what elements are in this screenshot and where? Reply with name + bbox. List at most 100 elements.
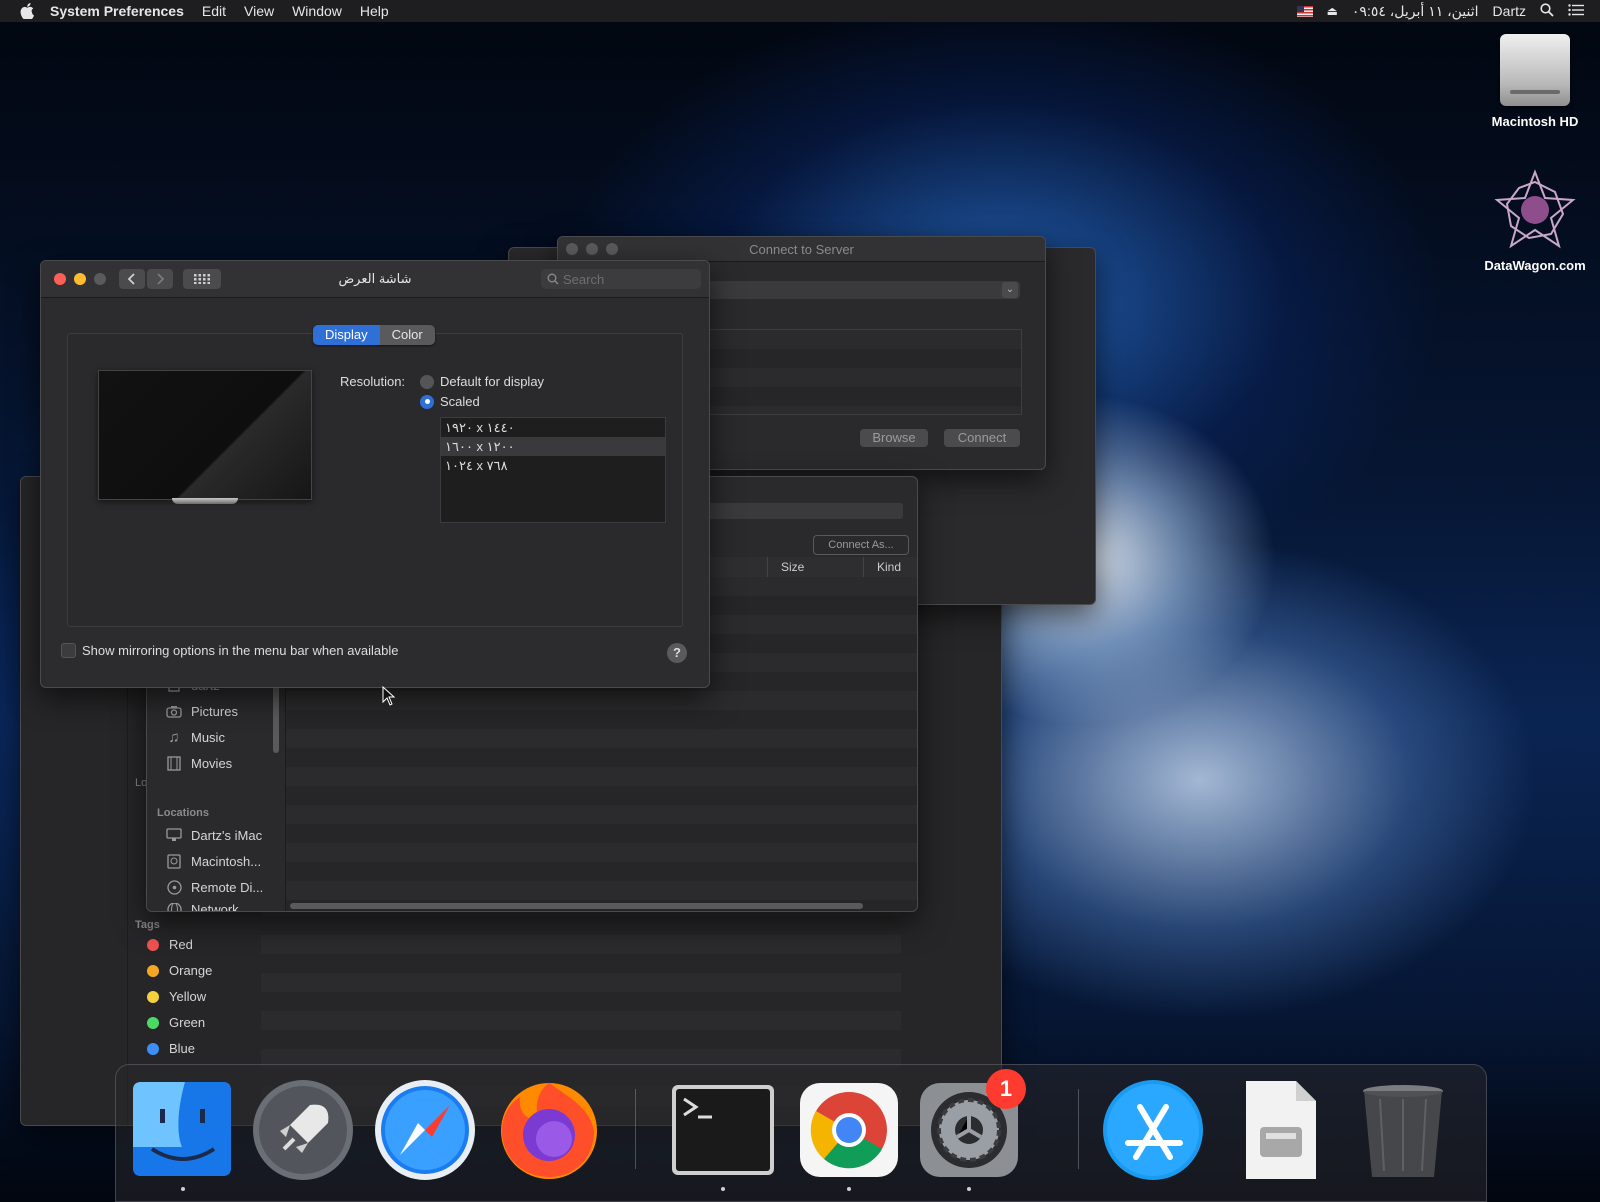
finder-icon[interactable] bbox=[130, 1077, 236, 1191]
mirroring-option[interactable]: Show mirroring options in the menu bar w… bbox=[61, 643, 399, 658]
datawagon-logo-icon bbox=[1493, 168, 1577, 252]
horizontal-scrollbar[interactable] bbox=[290, 903, 863, 909]
search-placeholder: Search bbox=[563, 272, 605, 287]
tab-display[interactable]: Display bbox=[313, 325, 380, 345]
sidebar-item-label: Network bbox=[191, 903, 239, 912]
sidebar-item-music[interactable]: ♫ Music bbox=[165, 728, 225, 746]
computer-icon bbox=[165, 827, 183, 843]
tag-red[interactable]: Red bbox=[147, 937, 193, 952]
safari-icon[interactable] bbox=[372, 1077, 478, 1183]
help-button[interactable]: ? bbox=[667, 643, 687, 663]
sidebar-item-label: Movies bbox=[191, 755, 233, 771]
trash-icon[interactable] bbox=[1350, 1077, 1456, 1183]
tag-green[interactable]: Green bbox=[147, 1015, 205, 1030]
mirroring-checkbox-label: Show mirroring options in the menu bar w… bbox=[82, 643, 399, 658]
mouse-cursor-icon bbox=[382, 685, 396, 709]
kind-column-header[interactable]: Kind bbox=[877, 560, 901, 574]
search-icon bbox=[547, 273, 559, 285]
tag-color-dot bbox=[147, 964, 159, 977]
tab-color[interactable]: Color bbox=[379, 325, 435, 345]
sidebar-item-label: Remote Di... bbox=[191, 879, 264, 895]
menu-bar: System Preferences Edit View Window Help… bbox=[0, 0, 1600, 22]
tag-orange[interactable]: Orange bbox=[147, 963, 212, 978]
dock-separator bbox=[1078, 1089, 1079, 1169]
notification-center-icon[interactable] bbox=[1568, 3, 1584, 19]
sidebar-item-macintosh[interactable]: Macintosh... bbox=[165, 853, 261, 869]
view-menu[interactable]: View bbox=[244, 3, 274, 19]
radio-unchecked[interactable] bbox=[420, 374, 434, 389]
sidebar-item-pictures[interactable]: Pictures bbox=[165, 703, 238, 719]
music-icon: ♫ bbox=[168, 728, 180, 746]
radio-default-for-display[interactable]: Default for display bbox=[420, 374, 544, 389]
finder-search-field[interactable] bbox=[707, 503, 903, 519]
chevron-down-icon[interactable]: ⌄ bbox=[1002, 282, 1018, 298]
desktop-icon-label: DataWagon.com bbox=[1484, 258, 1586, 273]
size-column-header[interactable]: Size bbox=[781, 560, 804, 574]
system-preferences-icon[interactable]: 1 bbox=[916, 1069, 1026, 1191]
tag-color-dot bbox=[147, 990, 159, 1003]
sidebar-item-label: Macintosh... bbox=[191, 853, 262, 869]
favorite-servers-list[interactable] bbox=[688, 329, 1022, 415]
input-source-flag-icon[interactable] bbox=[1296, 5, 1313, 17]
mirroring-checkbox[interactable] bbox=[61, 643, 76, 658]
tag-color-dot bbox=[147, 1042, 159, 1055]
connect-button[interactable]: Connect bbox=[944, 429, 1020, 447]
display-titlebar: شاشة العرض Search bbox=[41, 261, 709, 298]
app-menu[interactable]: System Preferences bbox=[50, 3, 184, 19]
eject-icon[interactable]: ⏏ bbox=[1327, 4, 1338, 18]
sidebar-item-network[interactable]: Network bbox=[165, 903, 239, 912]
disk-icon bbox=[165, 853, 183, 869]
tag-label: Orange bbox=[169, 963, 213, 978]
connect-as-button[interactable]: Connect As... bbox=[813, 535, 909, 555]
help-menu[interactable]: Help bbox=[360, 3, 389, 19]
resolution-list[interactable]: ١٩٢٠ x ١٤٤٠ ١٦٠٠ x ١٢٠٠ ١٠٢٤ x ٧٦٨ bbox=[440, 417, 666, 523]
resolution-option[interactable]: ١٩٢٠ x ١٤٤٠ bbox=[441, 418, 665, 437]
disk-image-icon[interactable] bbox=[1226, 1077, 1332, 1183]
film-icon bbox=[165, 755, 183, 771]
notification-badge: 1 bbox=[986, 1069, 1026, 1109]
resolution-option[interactable]: ١٠٢٤ x ٧٦٨ bbox=[441, 456, 665, 475]
edit-menu[interactable]: Edit bbox=[202, 3, 226, 19]
tags-header: Tags bbox=[135, 919, 160, 931]
app-store-icon[interactable] bbox=[1100, 1077, 1206, 1183]
running-indicator bbox=[967, 1187, 971, 1191]
radio-checked[interactable] bbox=[420, 394, 434, 409]
disc-icon bbox=[165, 879, 183, 895]
tag-label: Blue bbox=[169, 1041, 196, 1056]
firefox-icon[interactable] bbox=[494, 1069, 600, 1179]
sidebar-item-remote-disc[interactable]: Remote Di... bbox=[165, 879, 263, 895]
apple-menu-icon[interactable] bbox=[20, 3, 34, 19]
chrome-icon[interactable] bbox=[796, 1077, 902, 1191]
camera-icon bbox=[165, 703, 183, 719]
terminal-icon[interactable] bbox=[670, 1077, 776, 1191]
sidebar-item-label: Dartz's iMac bbox=[191, 827, 263, 843]
resolution-label: Resolution: bbox=[340, 374, 406, 389]
display-preferences-window: شاشة العرض Search Resolution: Default fo… bbox=[40, 260, 710, 688]
menubar-user[interactable]: Dartz bbox=[1493, 3, 1526, 19]
locations-header: Locations bbox=[157, 807, 209, 819]
tab-segmented-control: Display Color bbox=[313, 325, 435, 345]
running-indicator bbox=[181, 1187, 185, 1191]
sidebar-item-imac[interactable]: Dartz's iMac bbox=[165, 827, 262, 843]
desktop-icon-datawagon[interactable]: DataWagon.com bbox=[1475, 168, 1595, 273]
resolution-option-selected[interactable]: ١٦٠٠ x ١٢٠٠ bbox=[441, 437, 665, 456]
radio-scaled[interactable]: Scaled bbox=[420, 394, 480, 409]
sidebar-item-label: Pictures bbox=[191, 703, 238, 719]
display-preview-image bbox=[98, 370, 312, 500]
tab-content-panel: Resolution: Default for display Scaled ١… bbox=[67, 333, 683, 627]
menubar-clock[interactable]: اثنين، ١١ أبريل، ٠٩:٥٤ bbox=[1352, 3, 1479, 20]
window-menu[interactable]: Window bbox=[292, 3, 342, 19]
desktop-icon-macintosh-hd[interactable]: Macintosh HD bbox=[1475, 34, 1595, 129]
browse-button[interactable]: Browse bbox=[860, 429, 928, 447]
server-address-field[interactable]: ⌄ bbox=[688, 281, 1020, 299]
tag-yellow[interactable]: Yellow bbox=[147, 989, 206, 1004]
tag-blue[interactable]: Blue bbox=[147, 1041, 195, 1056]
connect-window-title: Connect to Server bbox=[749, 242, 854, 257]
sidebar-item-movies[interactable]: Movies bbox=[165, 755, 232, 771]
tag-color-dot bbox=[147, 1016, 159, 1029]
running-indicator bbox=[847, 1187, 851, 1191]
spotlight-search-icon[interactable] bbox=[1540, 2, 1554, 20]
globe-icon bbox=[165, 903, 183, 911]
launchpad-icon[interactable] bbox=[250, 1077, 356, 1183]
search-input[interactable]: Search bbox=[541, 269, 701, 289]
